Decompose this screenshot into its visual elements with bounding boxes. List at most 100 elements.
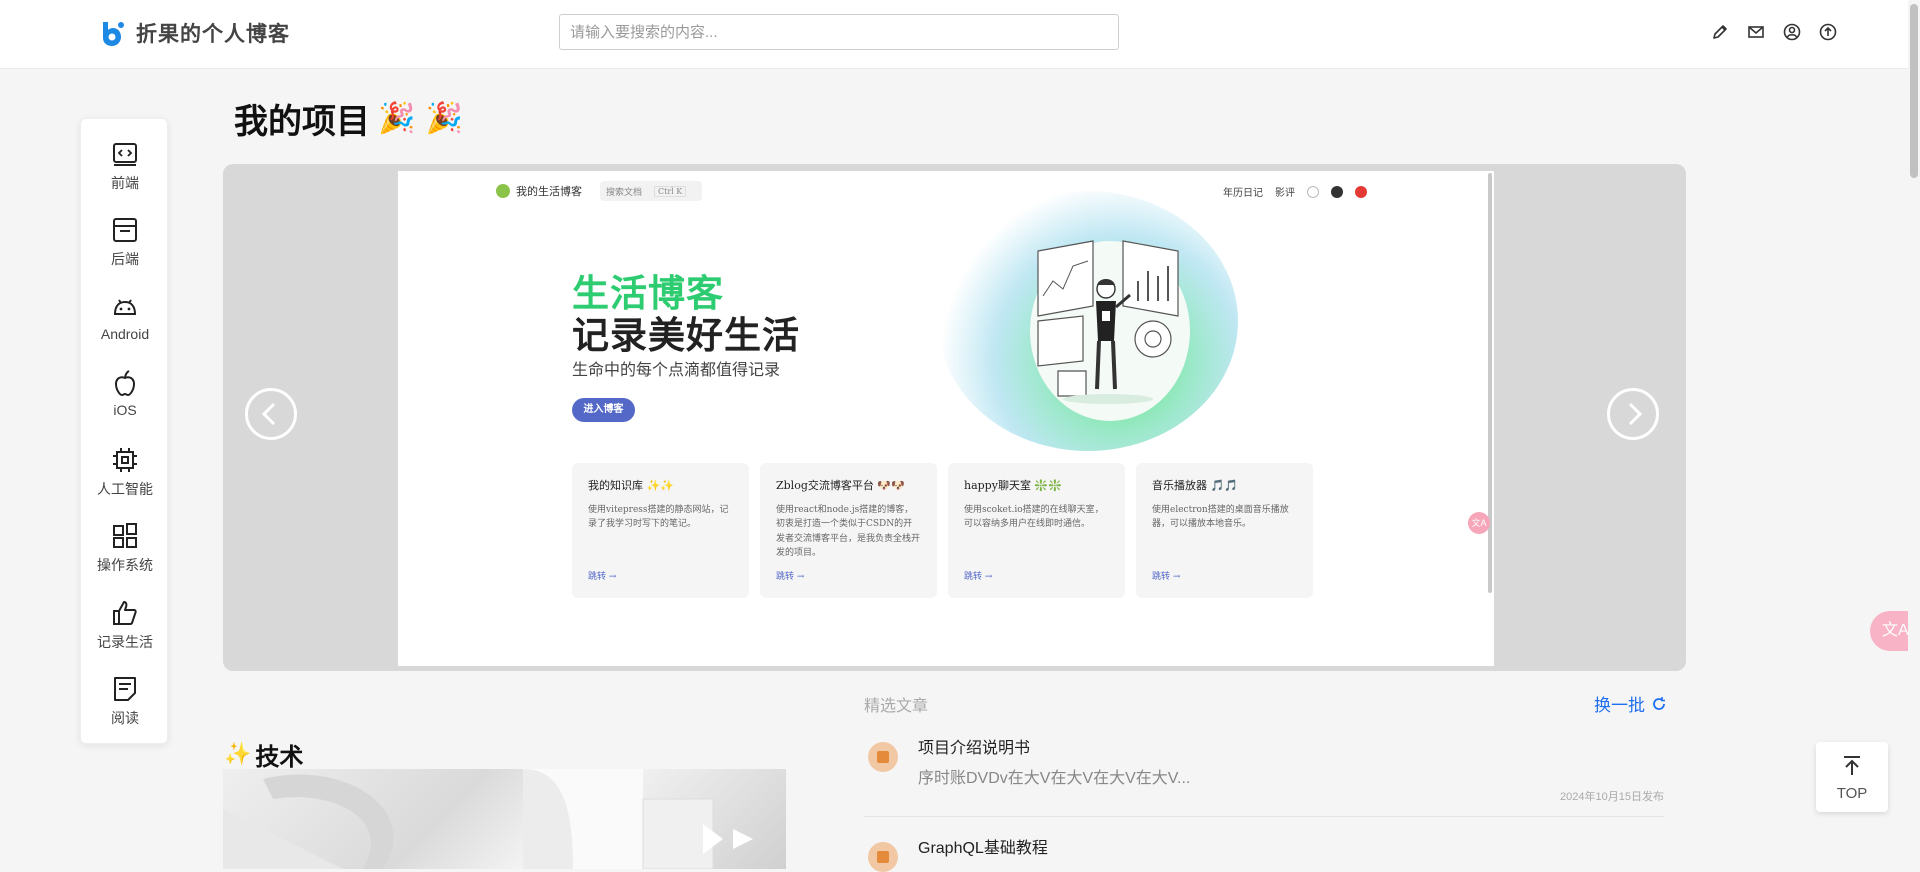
page-scrollbar[interactable] [1908,0,1920,869]
category-nav: 前端 后端 Android iOS 人工智能 操作系统 记录生活 阅读 [80,118,168,744]
category-item-backend[interactable]: 后端 [81,215,169,281]
note-icon [114,677,136,701]
project-card-link[interactable]: 跳转 → [964,569,992,582]
category-label: 前端 [111,175,139,191]
divider [864,816,1664,817]
scrollbar-thumb[interactable] [1910,4,1918,178]
chevron-right-icon [1628,402,1643,426]
category-item-reading[interactable]: 阅读 [81,674,169,740]
article-title[interactable]: 项目介绍说明书 [918,734,1030,758]
project-card[interactable]: happy聊天室 ❇️❇️ 使用scoket.io搭建的在线聊天室，可以容纳多用… [948,463,1125,598]
project-card-title: 音乐播放器 🎵🎵 [1152,479,1238,492]
top-header: 折果的个人博客 [0,0,1920,69]
category-item-frontend[interactable]: 前端 [81,139,169,205]
carousel-next-button[interactable] [1607,388,1659,440]
projects-title-text: 我的项目 [234,103,370,141]
upload-icon[interactable] [1818,22,1838,42]
article-box-icon [868,742,898,772]
article-title[interactable]: GraphQL基础教程 [918,834,1048,858]
refresh-icon [1653,696,1665,710]
category-item-life[interactable]: 记录生活 [81,598,169,664]
code-icon [113,143,137,166]
blog-logo-icon [103,22,124,46]
project-card-link[interactable]: 跳转 → [1152,569,1180,582]
project-card-link[interactable]: 跳转 → [588,569,616,582]
project-carousel: 我的生活博客 搜索文档 Ctrl K 年历日记 影评 生活博客 记录美好生活 生… [223,164,1686,671]
carousel-slide[interactable]: 我的生活博客 搜索文档 Ctrl K 年历日记 影评 生活博客 记录美好生活 生… [398,171,1494,666]
dashboard-person-illustration [1030,240,1190,421]
project-card-desc: 使用react和node.js搭建的博客，初衷是打造一个类似于CSDN的开发者交… [776,505,921,559]
category-label: 操作系统 [97,557,153,573]
project-card[interactable]: 我的知识库 ✨✨ 使用vitepress搭建的静态网站，记录了我学习时写下的笔记… [572,463,749,598]
slide-hero-tagline: 生命中的每个点滴都值得记录 [572,360,781,379]
slide-hero-subtitle: 记录美好生活 [572,313,800,357]
chevron-left-icon [261,402,276,426]
pencil-icon[interactable] [1710,22,1730,42]
slide-nav: 年历日记 影评 [1223,184,1367,199]
chip-icon [113,448,137,472]
windows-icon [113,523,137,548]
slide-nav-item: 影评 [1275,188,1295,199]
slide-nav-item: 年历日记 [1223,188,1263,199]
slide-site-name: 我的生活博客 [516,185,582,198]
project-card-title: 我的知识库 ✨✨ [588,479,674,492]
slide-search-kbd: Ctrl K [654,185,687,197]
back-to-top-button[interactable]: TOP [1816,742,1888,812]
slide-scrollbar [1488,173,1492,593]
featured-heading: 精选文章 [864,698,929,715]
slide-site-brand: 我的生活博客 [496,183,582,199]
article-date: 2024年10月15日发布 [1560,791,1664,803]
apple-icon [114,370,136,397]
refresh-articles-button[interactable]: 换一批 [1594,691,1667,716]
tech-title-text: 技术 [255,744,304,771]
gitee-icon [1355,185,1367,198]
brand[interactable]: 折果的个人博客 [98,18,290,48]
server-icon [113,218,137,242]
back-to-top-label: TOP [1836,785,1868,802]
android-icon [113,299,137,315]
article-item[interactable]: 项目介绍说明书 序时账DVDv在大V在大V在大V在大V... 2024年10月1… [864,734,1664,818]
tech-cover-image[interactable] [223,769,786,869]
project-card[interactable]: 音乐播放器 🎵🎵 使用electron搭建的桌面音乐播放器，可以播放本地音乐。 … [1136,463,1313,598]
thumbs-up-icon [113,601,137,625]
arrow-up-icon [1844,756,1860,775]
category-label: 阅读 [111,710,139,726]
tech-cover-graphic [223,769,753,869]
project-card-title: Zblog交流博客平台 🐶🐶 [776,479,905,492]
category-label: 记录生活 [97,634,153,650]
mail-icon[interactable] [1746,22,1766,42]
github-icon [1331,185,1343,198]
tech-section-title: ✨ 技术 [224,737,303,772]
slide-search-text: 搜索文档 [606,187,643,198]
slide-enter-blog-button[interactable]: 进入博客 [572,398,635,422]
article-box-icon [868,842,898,872]
article-summary: 序时账DVDv在大V在大V在大V在大V... [918,770,1191,787]
sparkles-emoji: ✨ [224,742,252,767]
slide-search: 搜索文档 Ctrl K [600,181,702,201]
theme-toggle-icon [1307,185,1319,198]
project-card-desc: 使用scoket.io搭建的在线聊天室，可以容纳多用户在线即时通信。 [964,505,1104,530]
user-icon[interactable] [1782,22,1802,42]
project-card-desc: 使用vitepress搭建的静态网站，记录了我学习时写下的笔记。 [588,505,729,530]
category-item-android[interactable]: Android [81,292,169,358]
project-card-desc: 使用electron搭建的桌面音乐播放器，可以播放本地音乐。 [1152,505,1289,530]
category-label: iOS [113,402,137,418]
carousel-prev-button[interactable] [245,388,297,440]
refresh-label: 换一批 [1594,696,1645,715]
project-card-link[interactable]: 跳转 → [776,569,804,582]
project-card-title: happy聊天室 ❇️❇️ [964,479,1062,492]
category-item-ai[interactable]: 人工智能 [81,445,169,511]
article-item[interactable]: GraphQL基础教程 [864,834,1664,872]
category-item-ios[interactable]: iOS [81,368,169,434]
site-logo-icon [496,184,510,198]
category-label: Android [100,326,150,342]
party-emoji: 🎉 🎉 [378,101,464,136]
category-label: 人工智能 [97,481,153,497]
brand-name: 折果的个人博客 [136,23,290,46]
search-input[interactable] [559,14,1119,50]
category-item-os[interactable]: 操作系统 [81,521,169,587]
projects-title: 我的项目 🎉 🎉 [234,94,463,143]
project-card[interactable]: Zblog交流博客平台 🐶🐶 使用react和node.js搭建的博客，初衷是打… [760,463,937,598]
header-actions [1710,22,1838,42]
slide-translate-icon: 文A [1468,512,1490,534]
